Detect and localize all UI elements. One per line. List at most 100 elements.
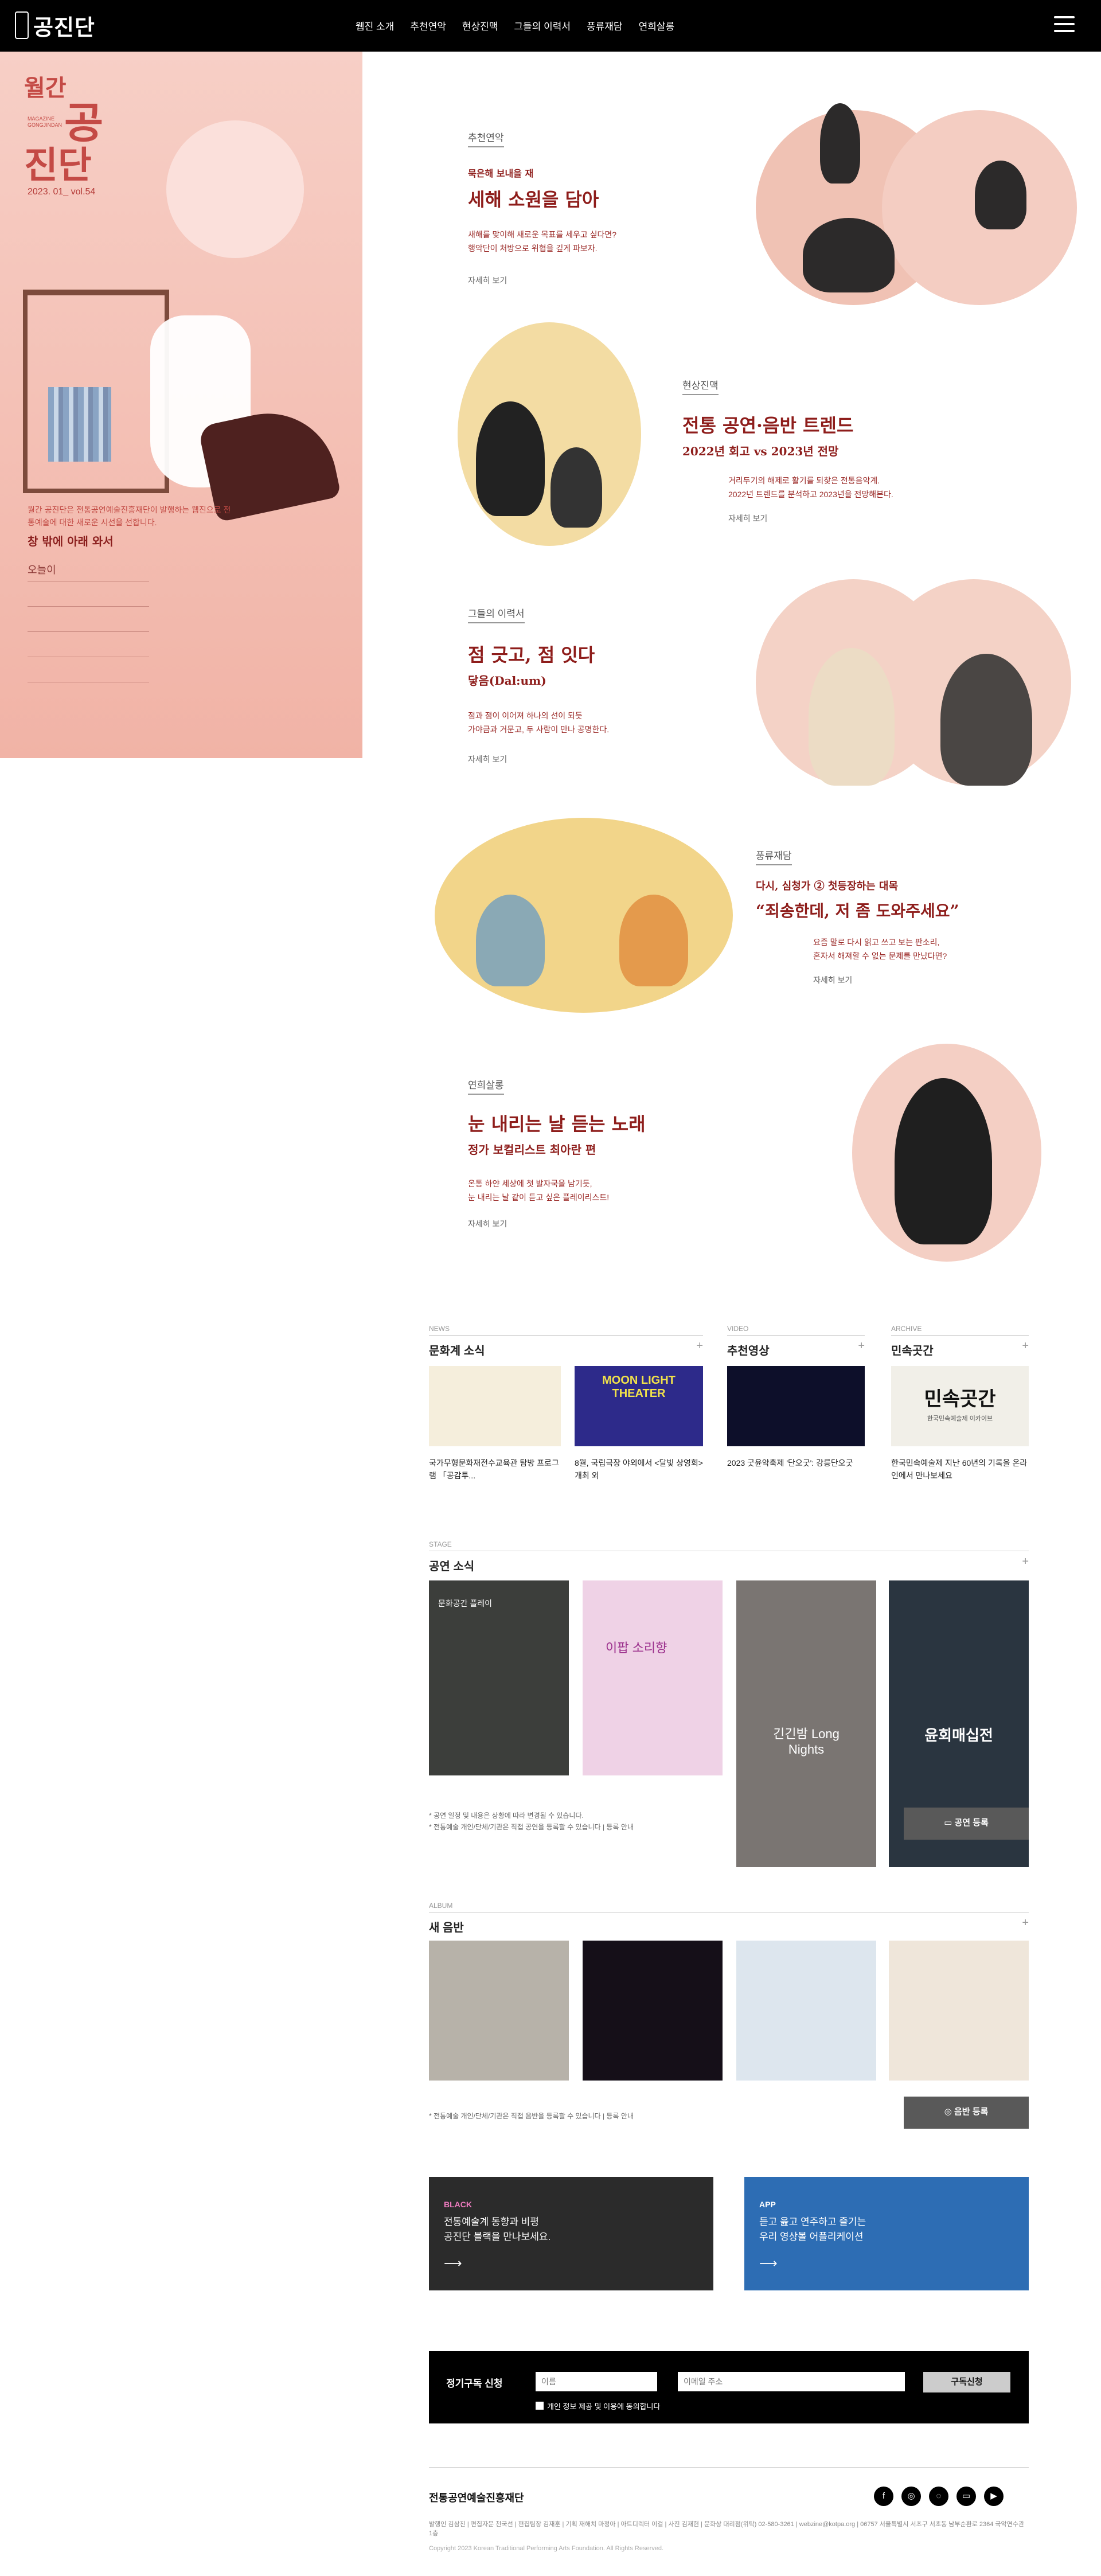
email-input[interactable] bbox=[678, 2372, 905, 2391]
feature-kicker: 묵은해 보내을 재 bbox=[468, 168, 534, 179]
stage-poster-3[interactable]: 긴긴밤 Long Nights bbox=[736, 1580, 876, 1867]
feature-desc-1: 요즘 말로 다시 읽고 쓰고 보는 판소리, bbox=[813, 938, 940, 947]
feature-recommend: 추천연악 묵은해 보내을 재 세해 소원을 담아 새해를 맞이해 새로운 목표를… bbox=[468, 130, 697, 286]
title-line-3: 진단 bbox=[24, 144, 92, 187]
feature-4-image[interactable] bbox=[435, 818, 733, 1013]
news-caption[interactable]: 8월, 국립극장 야외에서 <달빛 상영회> 개최 외 bbox=[575, 1457, 703, 1482]
feature-trend: 현상진맥 전통 공연·음반 트렌드 2022년 회고 vs 2023년 전망 거… bbox=[682, 377, 969, 524]
video-column: VIDEO 추천영상 + 2023 굿윤악축제 '단오굿': 강릉단오굿 bbox=[727, 1325, 865, 1467]
button-label: 공연 등록 bbox=[954, 1818, 989, 1828]
feature-category: 풍류재담 bbox=[756, 848, 792, 865]
title-line-1: 월간 bbox=[24, 75, 67, 102]
feature-subtitle: 2022년 회고 vs 2023년 전망 bbox=[682, 444, 839, 458]
archive-thumb-title: 민속곳간 bbox=[924, 1388, 996, 1410]
app-banner[interactable]: APP 듣고 읊고 연주하고 즐기는 우리 영상볼 어플리케이션 ⟶ bbox=[744, 2177, 1029, 2290]
read-more-link[interactable]: 자세히 보기 bbox=[813, 974, 1031, 986]
album-cover-3[interactable] bbox=[736, 1941, 876, 2081]
banner-tag: BLACK bbox=[444, 2200, 472, 2209]
subscribe-button[interactable]: 구독신청 bbox=[923, 2372, 1010, 2392]
poster-title: 긴긴밤 Long Nights bbox=[773, 1727, 840, 1757]
banner-tag: APP bbox=[759, 2200, 776, 2209]
feature-title[interactable]: “죄송한데, 저 좀 도와주세요” bbox=[756, 899, 1031, 922]
black-banner[interactable]: BLACK 전통예술계 동향과 비평 공진단 블랙을 만나보세요. ⟶ bbox=[429, 2177, 713, 2290]
archive-caption[interactable]: 한국민속예술제 지난 60년의 기록을 온라인에서 만나보세요 bbox=[891, 1457, 1029, 1482]
album-note[interactable]: * 전통예술 개인/단체/기관은 직접 음반을 등록할 수 있습니다 | 등록 … bbox=[429, 2110, 634, 2122]
feature-category: 추천연악 bbox=[468, 130, 504, 147]
feature-salon: 연희살롱 눈 내리는 날 듣는 노래 정가 보컬리스트 최아란 편 온통 하얀 … bbox=[468, 1077, 732, 1230]
artist-portrait bbox=[940, 654, 1032, 786]
hamburger-menu-icon[interactable] bbox=[1054, 16, 1075, 34]
section-title: 추천영상 bbox=[727, 1345, 770, 1357]
cartoon-figure bbox=[619, 895, 688, 986]
news-caption[interactable]: 국가무형문화재전수교육관 탐방 프로그램 「공감투... bbox=[429, 1457, 561, 1482]
album-cover-4[interactable] bbox=[889, 1941, 1029, 2081]
feature-desc-1: 거리두기의 해제로 활기를 되찾은 전통음악계. bbox=[728, 476, 880, 485]
cartoon-figure bbox=[476, 895, 545, 986]
banner-text-1: 듣고 읊고 연주하고 즐기는 bbox=[759, 2216, 866, 2227]
archive-column: ARCHIVE 민속곳간 + 민속곳간 한국민속예술제 이카이브 한국민속예술제… bbox=[891, 1325, 1029, 1480]
nav-item-recommend[interactable]: 추천연악 bbox=[410, 18, 446, 33]
plus-icon[interactable]: + bbox=[1022, 1555, 1029, 1568]
name-input[interactable] bbox=[536, 2372, 657, 2391]
read-more-link[interactable]: 자세히 보기 bbox=[468, 754, 720, 765]
album-cover-1[interactable] bbox=[429, 1941, 569, 2081]
news-thumbnail-1[interactable] bbox=[429, 1366, 561, 1446]
chat-icon[interactable]: ◌ bbox=[929, 2487, 948, 2506]
toc-item[interactable] bbox=[28, 657, 149, 682]
archive-thumbnail[interactable]: 민속곳간 한국민속예술제 이카이브 bbox=[891, 1366, 1029, 1446]
artist-portrait bbox=[895, 1078, 992, 1244]
feature-desc-2: 눈 내리는 날 같이 듣고 싶은 플레이리스트! bbox=[468, 1193, 610, 1202]
feature-title[interactable]: 눈 내리는 날 듣는 노래 bbox=[468, 1110, 732, 1136]
plus-icon[interactable]: + bbox=[696, 1340, 703, 1353]
arrow-right-icon: ⟶ bbox=[444, 2256, 462, 2270]
play-icon[interactable]: ▶ bbox=[984, 2487, 1004, 2506]
toc-item[interactable]: 오늘이 bbox=[28, 556, 149, 581]
toc-item[interactable] bbox=[28, 607, 149, 632]
button-label: 음반 등록 bbox=[954, 2107, 989, 2117]
feature-title[interactable]: 세해 소원을 담아 bbox=[468, 185, 697, 212]
stage-poster-1[interactable]: 문화공간 플레이 bbox=[429, 1580, 569, 1775]
video-caption[interactable]: 2023 굿윤악축제 '단오굿': 강릉단오굿 bbox=[727, 1457, 865, 1469]
footer-copyright: Copyright 2023 Korean Traditional Perfor… bbox=[429, 2545, 664, 2552]
news-thumbnail-2[interactable]: MOON LIGHT THEATER bbox=[575, 1366, 703, 1446]
toc-item[interactable] bbox=[28, 581, 149, 607]
read-more-link[interactable]: 자세히 보기 bbox=[468, 1218, 732, 1230]
read-more-link[interactable]: 자세히 보기 bbox=[468, 275, 697, 286]
section-eyebrow: ARCHIVE bbox=[891, 1325, 1029, 1336]
register-performance-button[interactable]: ▭ 공연 등록 bbox=[904, 1808, 1029, 1840]
section-eyebrow: NEWS bbox=[429, 1325, 703, 1336]
feature-resume: 그들의 이력서 점 긋고, 점 잇다 닿음(Dal:um) 점과 점이 이어져 … bbox=[468, 606, 720, 765]
section-title: 민속곳간 bbox=[891, 1345, 934, 1357]
plus-icon[interactable]: + bbox=[1022, 1917, 1029, 1930]
register-album-button[interactable]: ◎ 음반 등록 bbox=[904, 2097, 1029, 2129]
agree-checkbox[interactable] bbox=[536, 2402, 544, 2410]
site-logo[interactable]: 공진단 bbox=[15, 8, 95, 42]
feature-desc-2: 가야금과 거문고, 두 사람이 만나 공명한다. bbox=[468, 725, 610, 734]
nav-item-pungryu[interactable]: 풍류재담 bbox=[587, 18, 623, 33]
video-thumbnail[interactable] bbox=[727, 1366, 865, 1446]
banner-text-2: 공진단 블랙을 만나보세요. bbox=[444, 2231, 551, 2242]
magazine-title: 월간 공 진단 bbox=[24, 75, 103, 187]
nav-item-trend[interactable]: 현상진맥 bbox=[462, 18, 498, 33]
plus-icon[interactable]: + bbox=[858, 1340, 865, 1353]
stage-note[interactable]: * 전통예술 개인/단체/기관은 직접 공연을 등록할 수 있습니다 | 등록 … bbox=[429, 1821, 634, 1833]
feature-title[interactable]: 전통 공연·음반 트렌드 bbox=[682, 411, 969, 438]
banner-text-2: 우리 영상볼 어플리케이션 bbox=[759, 2231, 864, 2242]
nav-item-salon[interactable]: 연희살롱 bbox=[639, 18, 675, 33]
section-title: 공연 소식 bbox=[429, 1560, 475, 1573]
facebook-icon[interactable]: f bbox=[874, 2487, 893, 2506]
plus-icon[interactable]: + bbox=[1022, 1340, 1029, 1353]
stage-poster-2[interactable]: 이팝 소리향 bbox=[583, 1580, 723, 1775]
artist-portrait bbox=[809, 648, 895, 786]
nav-item-resume[interactable]: 그들의 이력서 bbox=[514, 18, 571, 33]
instagram-icon[interactable]: ◎ bbox=[901, 2487, 921, 2506]
banner-text-1: 전통예술계 동향과 비평 bbox=[444, 2216, 539, 2227]
logo-text: 공진단 bbox=[33, 14, 95, 40]
album-cover-2[interactable] bbox=[583, 1941, 723, 2081]
youtube-icon[interactable]: ▭ bbox=[956, 2487, 976, 2506]
toc-item[interactable] bbox=[28, 632, 149, 657]
read-more-link[interactable]: 자세히 보기 bbox=[728, 513, 969, 524]
feature-title[interactable]: 점 긋고, 점 잇다 bbox=[468, 641, 720, 667]
nav-item-about[interactable]: 웹진 소개 bbox=[356, 18, 394, 33]
section-eyebrow: ALBUM bbox=[429, 1902, 1029, 1913]
